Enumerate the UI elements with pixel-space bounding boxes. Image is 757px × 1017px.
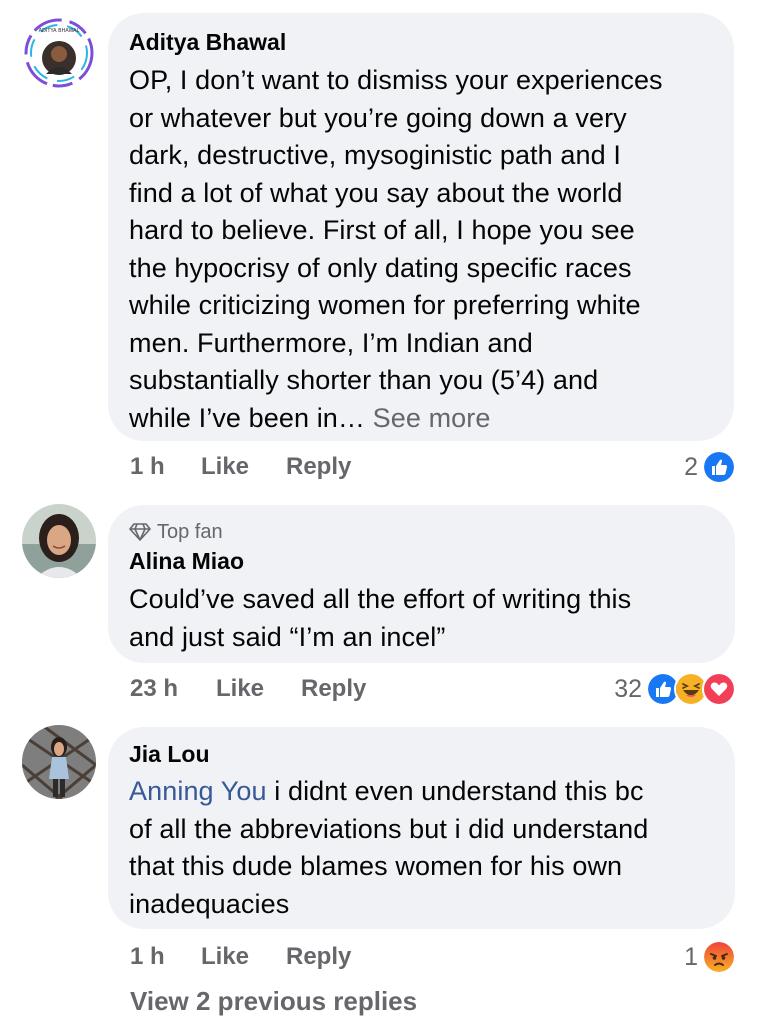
avatar[interactable] bbox=[22, 725, 96, 799]
top-fan-label: Top fan bbox=[157, 521, 223, 543]
comment-text: Anning You i didnt even understand this … bbox=[129, 773, 717, 923]
comment-line: hard to believe. First of all, I hope yo… bbox=[129, 215, 635, 245]
comment-line: that this dude blames women for his own bbox=[129, 851, 623, 881]
love-reaction-icon bbox=[702, 672, 736, 706]
comment-time[interactable]: 1 h bbox=[130, 453, 201, 481]
reaction-count: 32 bbox=[614, 674, 642, 703]
avatar[interactable] bbox=[22, 504, 96, 578]
comment-bubble: Jia Lou Anning You i didnt even understa… bbox=[108, 727, 735, 929]
like-reaction-icon bbox=[702, 450, 736, 484]
reply-button[interactable]: Reply bbox=[286, 453, 351, 481]
avatar[interactable]: ADITYA BHAWAL bbox=[22, 16, 96, 90]
reaction-summary[interactable]: 1 bbox=[684, 940, 736, 974]
comment-line: inadequacies bbox=[129, 888, 290, 919]
reaction-count: 2 bbox=[684, 452, 698, 481]
comment-line: find a lot of what you say about the wor… bbox=[129, 177, 623, 208]
reply-button[interactable]: Reply bbox=[286, 943, 351, 971]
comment-actions: 1 h Like Reply bbox=[130, 450, 351, 484]
reaction-summary[interactable]: 2 bbox=[684, 450, 736, 484]
svg-text:ADITYA BHAWAL: ADITYA BHAWAL bbox=[39, 28, 80, 34]
comment-line: while criticizing women for preferring w… bbox=[129, 290, 641, 320]
like-button[interactable]: Like bbox=[201, 943, 286, 971]
top-fan-badge: Top fan bbox=[129, 520, 717, 544]
comment-line: dark, destructive, mysoginistic path and… bbox=[129, 140, 621, 170]
diamond-icon bbox=[129, 523, 151, 541]
comment-bubble: Top fan Alina Miao Could’ve saved all th… bbox=[108, 505, 735, 663]
comment-bubble: Aditya Bhawal OP, I don’t want to dismis… bbox=[108, 13, 734, 441]
comment-line: substantially shorter than you (5’4) and bbox=[129, 365, 599, 395]
comment-author[interactable]: Aditya Bhawal bbox=[129, 27, 716, 57]
reply-button[interactable]: Reply bbox=[301, 675, 366, 703]
comment-author[interactable]: Jia Lou bbox=[129, 739, 717, 769]
like-button[interactable]: Like bbox=[201, 453, 286, 481]
comment-text: OP, I don’t want to dismiss your experie… bbox=[129, 62, 716, 437]
comment-actions: 1 h Like Reply bbox=[130, 940, 351, 974]
comment-line-text: i didnt even understand this bc bbox=[266, 776, 644, 806]
angry-reaction-icon bbox=[702, 940, 736, 974]
comment-line-text: while I’ve been in… bbox=[129, 402, 366, 433]
like-button[interactable]: Like bbox=[216, 675, 301, 703]
avatar-jia bbox=[22, 725, 96, 799]
view-previous-replies[interactable]: View 2 previous replies bbox=[130, 986, 417, 1017]
comment-line: or whatever but you’re going down a very bbox=[129, 102, 627, 133]
comment-line: men. Furthermore, I’m Indian and bbox=[129, 327, 533, 358]
reaction-summary[interactable]: 32 bbox=[614, 672, 736, 706]
comment-text: Could’ve saved all the effort of writing… bbox=[129, 581, 717, 656]
comment-line: and just said “I’m an incel” bbox=[129, 621, 446, 652]
comment-line: Could’ve saved all the effort of writing… bbox=[129, 584, 632, 614]
reaction-count: 1 bbox=[684, 942, 698, 971]
comment-line: while I’ve been in… See more bbox=[129, 400, 716, 438]
comment-line: of all the abbreviations but i did under… bbox=[129, 813, 649, 844]
mention-link[interactable]: Anning You bbox=[129, 776, 267, 806]
comment-line: OP, I don’t want to dismiss your experie… bbox=[129, 65, 663, 95]
comment-line: the hypocrisy of only dating specific ra… bbox=[129, 252, 632, 283]
comment-actions: 23 h Like Reply bbox=[130, 672, 366, 706]
comment-line: Anning You i didnt even understand this … bbox=[129, 773, 717, 811]
comment-time[interactable]: 1 h bbox=[130, 943, 201, 971]
avatar-aditya: ADITYA BHAWAL bbox=[22, 16, 96, 90]
avatar-alina bbox=[22, 504, 96, 578]
comment-time[interactable]: 23 h bbox=[130, 675, 216, 703]
see-more-link[interactable]: See more bbox=[373, 403, 491, 433]
comment-author[interactable]: Alina Miao bbox=[129, 546, 717, 576]
